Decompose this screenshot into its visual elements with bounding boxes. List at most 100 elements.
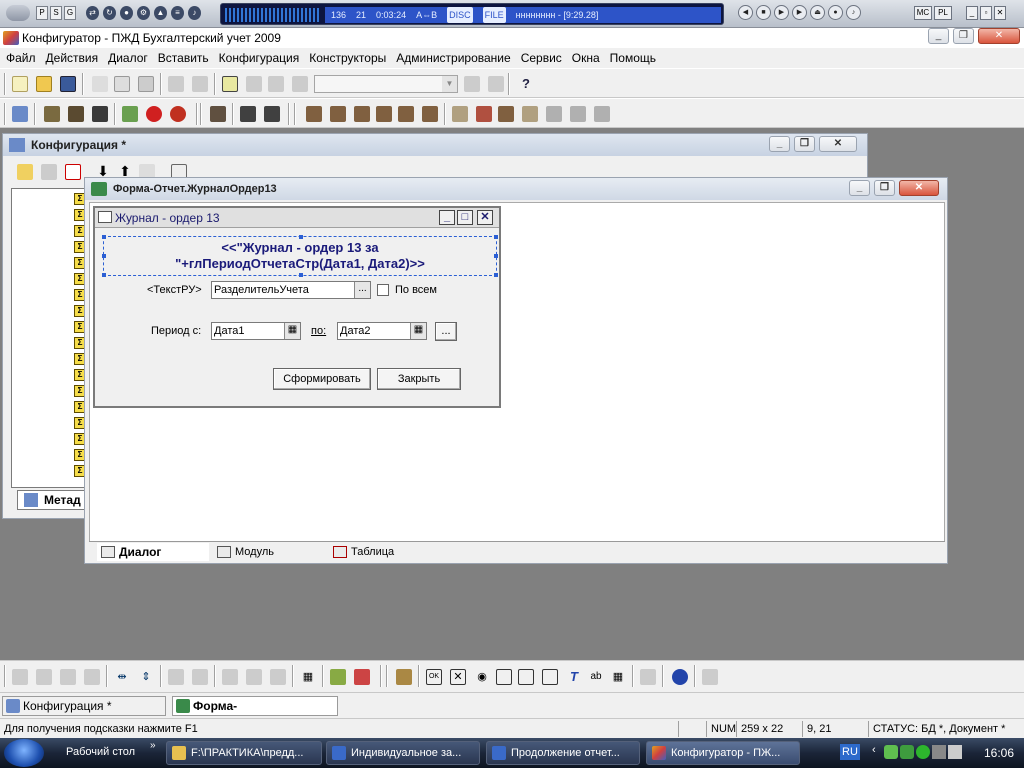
new-object-icon[interactable] (17, 164, 33, 180)
space-across-icon[interactable] (168, 669, 184, 685)
same-height-icon[interactable] (246, 669, 262, 685)
minimize-icon[interactable]: _ (966, 6, 978, 20)
resize-handle[interactable] (494, 273, 498, 277)
taskbar-item-folder[interactable]: F:\ПРАКТИКА\предд... (166, 741, 322, 765)
tab-metadata[interactable]: Метад (17, 490, 89, 510)
resize-handle[interactable] (102, 273, 106, 277)
taskbar-item-word-1[interactable]: Индивидуальное за... (326, 741, 480, 765)
equalizer-icon[interactable]: ≡ (171, 6, 184, 20)
wizard-11-icon[interactable] (546, 106, 562, 122)
next-icon[interactable]: ▶ (792, 5, 807, 20)
tray-app-1-icon[interactable] (884, 745, 898, 759)
users-icon[interactable] (44, 106, 60, 122)
debugger-icon[interactable] (146, 106, 162, 122)
ab-repeat-indicator[interactable]: A⇔B (416, 7, 437, 23)
menu-file[interactable]: Файл (6, 51, 36, 65)
menu-constructors[interactable]: Конструкторы (309, 51, 386, 65)
align-top-icon[interactable] (60, 669, 76, 685)
same-width-icon[interactable] (222, 669, 238, 685)
center-horizontal-icon[interactable]: ⇹ (114, 669, 130, 685)
cut-icon[interactable] (92, 76, 108, 92)
print-icon[interactable] (168, 76, 184, 92)
find-next-icon[interactable] (464, 76, 480, 92)
eject-icon[interactable]: ⏏ (810, 5, 825, 20)
menu-windows[interactable]: Окна (572, 51, 600, 65)
menu-administration[interactable]: Администрирование (396, 51, 510, 65)
wizard-5-icon[interactable] (398, 106, 414, 122)
picture-control-icon[interactable] (702, 669, 718, 685)
resize-handle[interactable] (299, 273, 303, 277)
undo-icon[interactable] (246, 76, 262, 92)
checkbox-control-icon[interactable]: ✕ (450, 669, 466, 685)
open-folder-icon[interactable] (36, 76, 52, 92)
close-icon[interactable]: ✕ (899, 180, 939, 196)
chevron-down-icon[interactable]: ▼ (442, 76, 457, 92)
save-icon[interactable] (60, 76, 76, 92)
disc-indicator[interactable]: DISC (447, 7, 473, 23)
resize-handle[interactable] (102, 254, 106, 258)
redo-icon[interactable] (268, 76, 284, 92)
calendar-icon[interactable]: ▦ (284, 323, 300, 339)
tab-table[interactable]: Таблица (329, 543, 441, 561)
constructor-icon[interactable] (210, 106, 226, 122)
search-combo[interactable]: ▼ (314, 75, 458, 93)
taskbar-item-configurator[interactable]: Конфигуратор - ПЖ... (646, 741, 800, 765)
close-icon[interactable]: ✕ (477, 210, 493, 225)
find-prev-icon[interactable] (488, 76, 504, 92)
properties-icon[interactable] (41, 164, 57, 180)
wizard-12-icon[interactable] (570, 106, 586, 122)
toolbar-grip[interactable] (4, 665, 6, 687)
taskbar-item-word-2[interactable]: Продолжение отчет... (486, 741, 640, 765)
volume-icon[interactable]: ♪ (846, 5, 861, 20)
wizard-4-icon[interactable] (376, 106, 392, 122)
restore-icon[interactable]: ❐ (874, 180, 895, 196)
all-checkbox-label[interactable]: По всем (395, 284, 437, 296)
journal-icon[interactable] (122, 106, 138, 122)
wizard-6-icon[interactable] (422, 106, 438, 122)
restore-icon[interactable]: ▫ (980, 6, 992, 20)
minimize-icon[interactable]: _ (849, 180, 870, 196)
form-window-titlebar[interactable]: Форма-Отчет.ЖурналОрдер13 _ ❐ ✕ (85, 178, 947, 200)
tray-app-2-icon[interactable] (900, 745, 914, 759)
dialog-titlebar[interactable]: Журнал - ордер 13 _ □ ✕ (95, 208, 499, 228)
shuffle-icon[interactable]: ⇄ (86, 6, 99, 20)
network-icon[interactable] (932, 745, 946, 759)
wizard-7-icon[interactable] (452, 106, 468, 122)
selection-tool-icon[interactable] (396, 669, 412, 685)
resize-handle[interactable] (102, 235, 106, 239)
center-vertical-icon[interactable]: ⇕ (138, 669, 154, 685)
wizard-13-icon[interactable] (594, 106, 610, 122)
ole-control-icon[interactable] (672, 669, 688, 685)
generate-button[interactable]: Сформировать (273, 368, 371, 390)
label-control-icon[interactable] (542, 669, 558, 685)
menu-dialog[interactable]: Диалог (108, 51, 148, 65)
properties-icon[interactable] (222, 76, 238, 92)
maximize-icon[interactable]: □ (457, 210, 473, 225)
rights-icon[interactable] (68, 106, 84, 122)
close-icon[interactable]: ✕ (994, 6, 1006, 20)
menu-configuration[interactable]: Конфигурация (219, 51, 300, 65)
menu-service[interactable]: Сервис (521, 51, 562, 65)
chevron-right-icon[interactable]: » (150, 740, 156, 751)
date-from-field[interactable]: Дата1 ▦ (211, 322, 301, 340)
select-button[interactable]: ... (354, 282, 370, 298)
table-control-icon[interactable]: ▦ (610, 669, 626, 685)
volume-small-icon[interactable]: ♪ (188, 6, 201, 20)
metadata-tree[interactable]: Σ Σ Σ Σ Σ Σ Σ Σ Σ Σ Σ Σ Σ Σ Σ Σ Σ Σ (11, 188, 91, 488)
resize-handle[interactable] (494, 254, 498, 258)
group-control-icon[interactable] (496, 669, 512, 685)
period-select-button[interactable]: ... (435, 322, 457, 341)
toolbar-grip[interactable] (200, 103, 202, 125)
play-pause-icon[interactable]: ▶ (774, 5, 789, 20)
monitor-icon[interactable] (170, 106, 186, 122)
wizard-8-icon[interactable] (476, 106, 492, 122)
menu-insert[interactable]: Вставить (158, 51, 209, 65)
media-center-button[interactable]: MC (914, 6, 932, 20)
layers-icon[interactable] (354, 669, 370, 685)
restore-icon[interactable]: ❐ (953, 28, 974, 44)
grid-icon[interactable]: ▦ (300, 669, 316, 685)
dialog-designer[interactable]: Журнал - ордер 13 _ □ ✕ <<"Журнал - орде… (93, 206, 501, 408)
button-control-icon[interactable]: OK (426, 669, 442, 685)
close-icon[interactable]: ✕ (819, 136, 857, 152)
tab-configuration[interactable]: Конфигурация * (2, 696, 166, 716)
